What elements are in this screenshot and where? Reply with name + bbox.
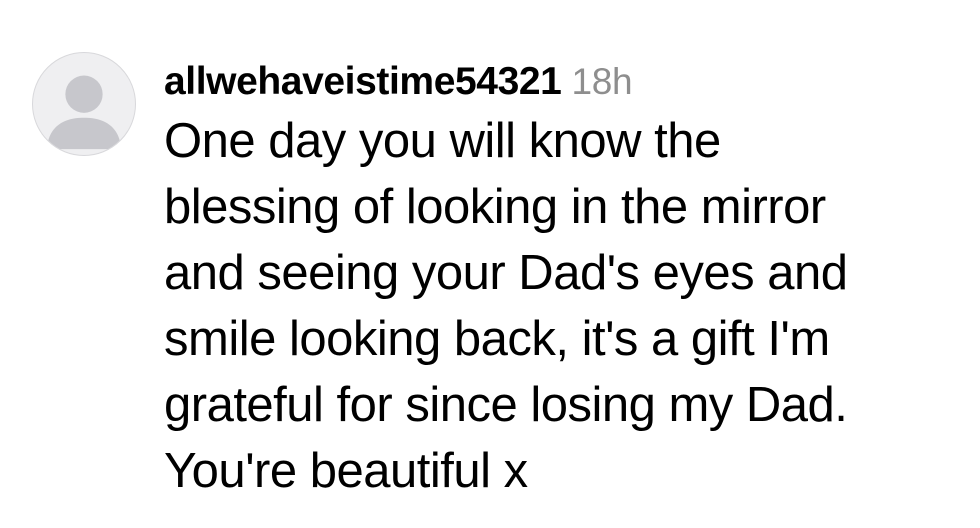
comment-text-line: and seeing your Dad's eyes and [164,246,848,300]
comment-body: allwehaveistime54321 18h One day you will… [164,58,964,504]
comment: allwehaveistime54321 18h One day you will… [0,0,980,528]
comment-text-line: smile looking back, it's a gift I'm [164,312,830,366]
comment-text-line: grateful for since losing my Dad. [164,378,848,432]
default-user-avatar-icon [46,75,122,150]
avatar[interactable] [32,52,136,156]
comment-text-line: One day you will know the [164,114,721,168]
comment-text: One day you will know the blessing of lo… [164,108,964,504]
comment-text-line: blessing of looking in the mirror [164,180,826,234]
username-link[interactable]: allwehaveistime54321 [164,60,562,103]
comment-header: allwehaveistime54321 18h [164,58,964,106]
comment-text-line: You're beautiful x [164,444,528,498]
timestamp[interactable]: 18h [571,61,632,102]
